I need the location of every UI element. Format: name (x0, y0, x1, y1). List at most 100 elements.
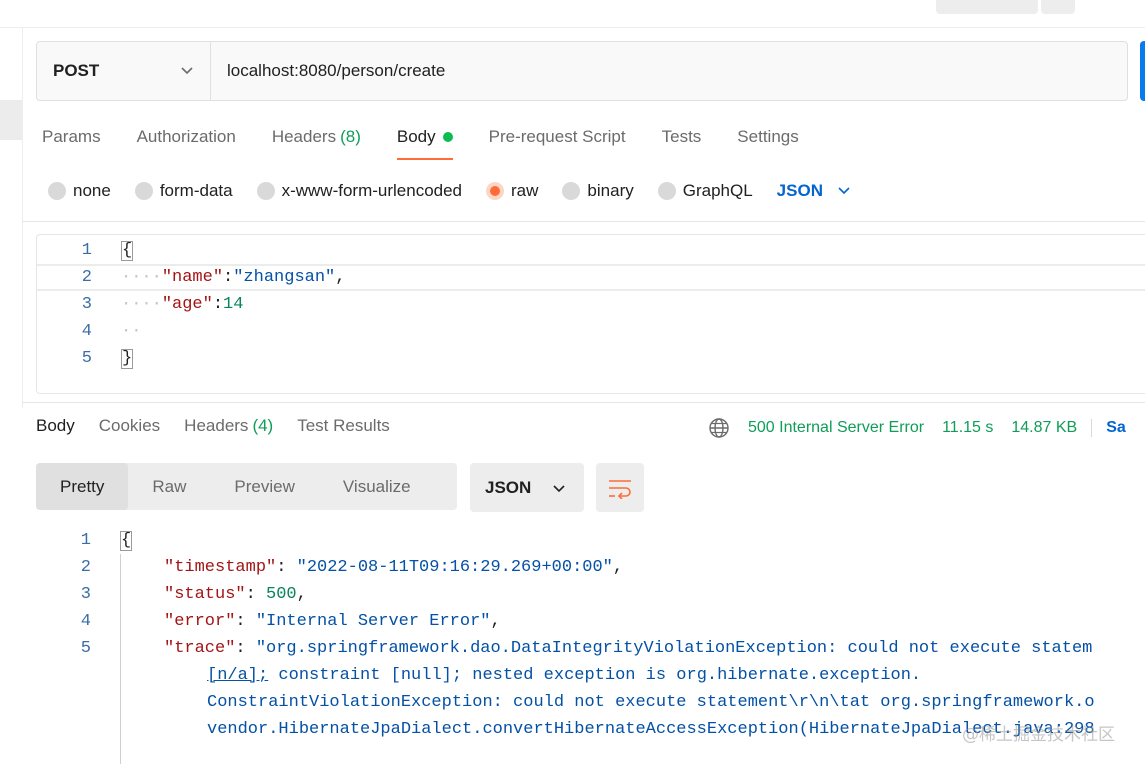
code-line-wrapped: ConstraintViolationException: could not … (36, 689, 1145, 716)
tab-params[interactable]: Params (42, 124, 101, 160)
tab-label: Headers (271, 127, 337, 146)
response-tabs: Body Cookies Headers (4) Test Results (36, 416, 414, 444)
body-type-urlencoded[interactable]: x-www-form-urlencoded (256, 181, 463, 201)
code-line: 3 ····"age":14 (37, 291, 1145, 318)
request-bar: POST localhost:8080/person/create (36, 41, 1128, 101)
body-type-options: none form-data x-www-form-urlencoded raw… (48, 178, 851, 204)
body-type-none[interactable]: none (48, 181, 111, 201)
top-save-button[interactable] (936, 0, 1038, 14)
option-label: binary (587, 181, 634, 200)
code-line: 1 { (37, 237, 1145, 264)
option-label: GraphQL (682, 181, 753, 200)
tab-body[interactable]: Body (396, 124, 453, 160)
json-string-value: "2022-08-11T09:16:29.269+00:00" (296, 558, 613, 577)
tab-cookies[interactable]: Cookies (99, 416, 160, 444)
line-number: 1 (81, 241, 92, 260)
view-visualize-button[interactable]: Visualize (319, 463, 435, 510)
radio-selected-icon (486, 182, 505, 200)
tab-authorization[interactable]: Authorization (137, 124, 236, 160)
view-pretty-button[interactable]: Pretty (36, 463, 129, 510)
code-line: 4 ·· (37, 318, 1145, 345)
tab-label: Pre-request Script (488, 127, 626, 146)
sidebar-divider (22, 28, 23, 408)
sidebar-selected-item[interactable] (0, 100, 22, 140)
save-response-button[interactable]: Sa (1106, 419, 1126, 437)
view-raw-button[interactable]: Raw (128, 463, 210, 510)
request-body-editor[interactable]: 1 { 2 ····"name":"zhangsan", 3 ····"age"… (36, 234, 1145, 394)
line-number: 4 (80, 612, 91, 631)
body-type-raw[interactable]: raw (486, 181, 538, 201)
section-divider (22, 221, 1145, 222)
tab-headers[interactable]: Headers (8) (272, 124, 361, 160)
body-type-form-data[interactable]: form-data (134, 181, 233, 201)
tab-pre-request-script[interactable]: Pre-request Script (489, 124, 626, 160)
radio-icon (562, 182, 581, 200)
request-tabs: Params Authorization Headers (8) Body Pre… (42, 124, 835, 160)
pane-divider[interactable] (22, 402, 1145, 403)
response-size[interactable]: 14.87 KB (1011, 419, 1077, 437)
json-key: "age" (161, 295, 213, 314)
status-code[interactable]: 500 Internal Server Error (748, 419, 924, 437)
code-line-highlighted: 2 ····"name":"zhangsan", (37, 264, 1145, 291)
json-string-value: constraint [null]; nested exception is o… (268, 666, 922, 685)
json-key: "error" (164, 612, 236, 631)
view-mode-group: Pretty Raw Preview Visualize (36, 463, 457, 510)
send-button[interactable] (1140, 41, 1145, 101)
tab-settings[interactable]: Settings (737, 124, 798, 160)
line-number: 5 (81, 349, 92, 368)
code-line: 4 "error": "Internal Server Error", (36, 608, 1145, 635)
body-type-graphql[interactable]: GraphQL (657, 181, 753, 201)
radio-icon (48, 182, 66, 200)
code-line: 3 "status": 500, (36, 581, 1145, 608)
body-indicator-dot (442, 132, 453, 142)
json-string-value: ConstraintViolationException: could not … (207, 693, 1095, 712)
json-key: "name" (161, 268, 224, 287)
headers-count: (4) (252, 416, 274, 435)
format-label: JSON (485, 477, 532, 497)
code-line-wrapped: [n/a]; constraint [null]; nested excepti… (36, 662, 1145, 689)
wrap-lines-button[interactable] (596, 463, 644, 512)
json-string-value: "org.springframework.dao.DataIntegrityVi… (255, 639, 1093, 658)
radio-icon (134, 182, 153, 200)
body-type-binary[interactable]: binary (562, 181, 634, 201)
line-number: 2 (81, 268, 92, 287)
code-line: 5 } (37, 345, 1145, 372)
json-number-value: 14 (223, 295, 244, 314)
body-language-select[interactable]: JSON (777, 181, 851, 201)
tab-label: Tests (661, 127, 702, 146)
response-format-select[interactable]: JSON (470, 463, 584, 512)
line-number: 3 (81, 295, 92, 314)
url-input[interactable]: localhost:8080/person/create (211, 42, 445, 100)
open-brace: { (121, 240, 134, 261)
view-preview-button[interactable]: Preview (210, 463, 318, 510)
link-text[interactable]: [n/a]; (207, 666, 268, 685)
method-select[interactable]: POST (37, 42, 211, 100)
language-label: JSON (776, 181, 823, 200)
whitespace-marker: ·· (121, 322, 142, 341)
line-number: 5 (80, 639, 91, 658)
tab-response-headers[interactable]: Headers (4) (184, 416, 273, 444)
line-number: 3 (80, 585, 91, 604)
code-line: 1 { (36, 527, 1145, 554)
tab-label: Body (396, 127, 436, 146)
option-label: x-www-form-urlencoded (281, 181, 463, 200)
globe-icon[interactable] (708, 417, 730, 439)
json-key: "trace" (164, 639, 236, 658)
top-more-button[interactable] (1041, 0, 1075, 14)
tab-label: Headers (184, 416, 249, 435)
response-time[interactable]: 11.15 s (942, 419, 993, 437)
method-label: POST (53, 61, 100, 80)
option-label: none (73, 181, 111, 200)
json-string-value: "Internal Server Error" (255, 612, 491, 631)
tab-tests[interactable]: Tests (662, 124, 702, 160)
json-number-value: 500 (266, 585, 297, 604)
watermark: @稀土掘金技术社区 (962, 725, 1115, 745)
code-line: 5 "trace": "org.springframework.dao.Data… (36, 635, 1145, 662)
tab-response-body[interactable]: Body (36, 416, 75, 444)
json-string-value: "zhangsan" (233, 268, 336, 287)
whitespace-marker: ···· (121, 295, 162, 314)
tab-test-results[interactable]: Test Results (297, 416, 390, 444)
code-line: 2 "timestamp": "2022-08-11T09:16:29.269+… (36, 554, 1145, 581)
divider (1091, 419, 1093, 437)
tab-label: Authorization (136, 127, 236, 146)
